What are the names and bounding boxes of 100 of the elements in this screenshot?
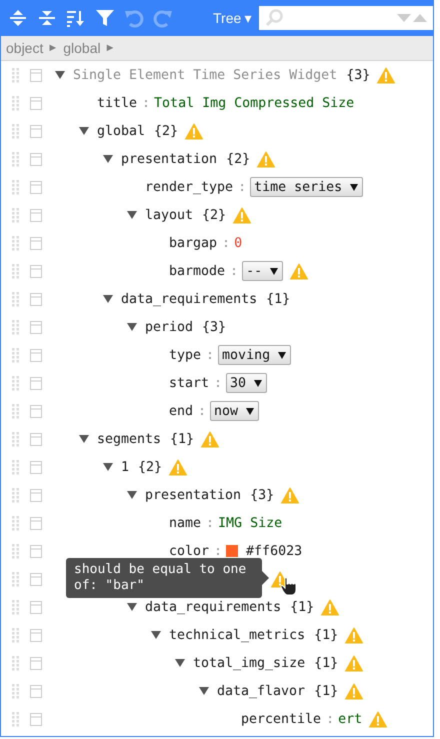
caret-icon — [246, 408, 254, 414]
drag-handle-icon[interactable] — [12, 516, 18, 530]
context-menu-icon[interactable] — [30, 628, 42, 642]
drag-handle-icon[interactable] — [12, 488, 18, 502]
key-separator: : — [221, 236, 232, 250]
collapse-arrow-icon[interactable] — [127, 490, 137, 500]
context-menu-icon[interactable] — [30, 348, 42, 362]
drag-handle-icon[interactable] — [12, 124, 18, 138]
drag-handle-icon[interactable] — [12, 292, 18, 306]
field-key: period — [144, 320, 194, 334]
item-count: {2} — [202, 208, 226, 222]
context-menu-icon[interactable] — [30, 516, 42, 530]
field-key: name — [168, 516, 202, 530]
collapse-arrow-icon[interactable] — [199, 686, 209, 696]
collapse-arrow-icon[interactable] — [55, 70, 65, 80]
value-dropdown[interactable]: 30 — [226, 373, 268, 393]
context-menu-icon[interactable] — [30, 152, 42, 166]
collapse-arrow-icon[interactable] — [127, 210, 137, 220]
context-menu-icon[interactable] — [30, 600, 42, 614]
pointer-cursor-icon — [280, 576, 297, 596]
context-menu-icon[interactable] — [30, 292, 42, 306]
key-separator: : — [197, 404, 208, 418]
color-value[interactable]: #ff6023 — [246, 544, 302, 558]
context-menu-icon[interactable] — [30, 180, 42, 194]
drag-handle-icon[interactable] — [12, 432, 18, 446]
drag-handle-icon[interactable] — [12, 264, 18, 278]
context-menu-icon[interactable] — [30, 376, 42, 390]
sort-icon — [66, 8, 86, 28]
drag-handle-icon[interactable] — [12, 600, 18, 614]
drag-handle-icon[interactable] — [12, 208, 18, 222]
context-menu-icon[interactable] — [30, 124, 42, 138]
drag-handle-icon[interactable] — [12, 404, 18, 418]
context-menu-icon[interactable] — [30, 404, 42, 418]
collapse-arrow-icon[interactable] — [103, 154, 113, 164]
field-key: segments — [96, 432, 162, 446]
search-field[interactable] — [259, 6, 433, 30]
context-menu-icon[interactable] — [30, 96, 42, 110]
drag-handle-icon[interactable] — [12, 68, 18, 82]
tooltip: should be equal to one of: "bar" — [66, 558, 269, 598]
key-separator: : — [213, 376, 224, 390]
number-value[interactable]: 0 — [234, 236, 242, 250]
collapse-arrow-icon[interactable] — [175, 658, 185, 668]
drag-handle-icon[interactable] — [12, 460, 18, 474]
drag-handle-icon[interactable] — [12, 96, 18, 110]
string-value[interactable]: IMG Size — [218, 516, 282, 530]
drag-handle-icon[interactable] — [12, 656, 18, 670]
context-menu-icon[interactable] — [30, 432, 42, 446]
context-menu-icon[interactable] — [30, 572, 42, 586]
key-separator: : — [205, 348, 216, 362]
context-menu-icon[interactable] — [30, 656, 42, 670]
field-key: data_requirements — [144, 600, 282, 614]
key-separator: : — [141, 96, 152, 110]
search-previous-icon — [413, 13, 427, 23]
context-menu-icon[interactable] — [30, 208, 42, 222]
value-dropdown[interactable]: time series — [250, 177, 364, 197]
collapse-arrow-icon[interactable] — [103, 294, 113, 304]
drag-handle-icon[interactable] — [12, 572, 18, 586]
collapse-arrow-icon[interactable] — [127, 602, 137, 612]
value-dropdown[interactable]: moving — [218, 345, 292, 365]
value-dropdown[interactable]: now — [210, 401, 260, 421]
drag-handle-icon[interactable] — [12, 180, 18, 194]
context-menu-icon[interactable] — [30, 684, 42, 698]
key-separator: : — [237, 180, 248, 194]
string-value[interactable]: ert — [338, 712, 362, 726]
drag-handle-icon[interactable] — [12, 236, 18, 250]
drag-handle-icon[interactable] — [12, 152, 18, 166]
collapse-arrow-icon[interactable] — [79, 434, 89, 444]
drag-handle-icon[interactable] — [12, 348, 18, 362]
drag-handle-icon[interactable] — [12, 628, 18, 642]
collapse-arrow-icon[interactable] — [103, 462, 113, 472]
key-separator: : — [205, 516, 216, 530]
drag-handle-icon[interactable] — [12, 712, 18, 726]
field-key: bargap — [168, 236, 218, 250]
key-separator: : — [213, 544, 224, 558]
collapse-arrow-icon[interactable] — [127, 322, 137, 332]
value-dropdown[interactable]: -- — [242, 261, 284, 281]
collapse-arrow-icon[interactable] — [151, 630, 161, 640]
string-value[interactable]: Total Img Compressed Size — [154, 96, 354, 110]
field-key: end — [168, 404, 194, 418]
drag-handle-icon[interactable] — [12, 376, 18, 390]
context-menu-icon[interactable] — [30, 460, 42, 474]
context-menu-icon[interactable] — [30, 488, 42, 502]
context-menu-icon[interactable] — [30, 712, 42, 726]
color-swatch[interactable] — [226, 545, 238, 557]
context-menu-icon[interactable] — [30, 68, 42, 82]
field-key: 1 — [120, 460, 130, 474]
item-count: {1} — [290, 600, 314, 614]
drag-handle-icon[interactable] — [12, 320, 18, 334]
context-menu-icon[interactable] — [30, 544, 42, 558]
collapse-arrow-icon[interactable] — [79, 126, 89, 136]
field-key: technical_metrics — [168, 628, 306, 642]
drag-handle-icon[interactable] — [12, 684, 18, 698]
caret-icon — [270, 268, 278, 274]
context-menu-icon[interactable] — [30, 236, 42, 250]
mode-dropdown[interactable]: Tree ▾ — [209, 8, 256, 28]
field-key: title — [96, 96, 138, 110]
item-count: {1} — [314, 628, 338, 642]
context-menu-icon[interactable] — [30, 264, 42, 278]
drag-handle-icon[interactable] — [12, 544, 18, 558]
context-menu-icon[interactable] — [30, 320, 42, 334]
